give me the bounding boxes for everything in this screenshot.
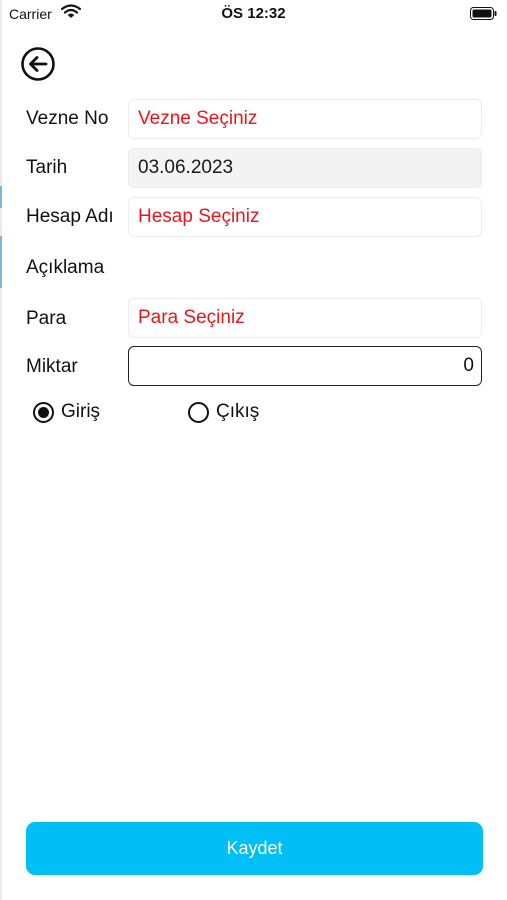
status-bar: Carrier ÖS 12:32 — [0, 0, 507, 28]
left-edge-strip — [0, 0, 2, 900]
back-button[interactable] — [20, 46, 56, 82]
left-edge-accent — [0, 236, 2, 288]
aciklama-label: Açıklama — [26, 257, 105, 278]
radio-unselected-icon — [188, 401, 209, 423]
hesap-adi-label: Hesap Adı — [26, 206, 114, 227]
battery-icon — [470, 7, 497, 20]
radio-cikis[interactable]: Çıkış — [188, 401, 259, 423]
para-select[interactable]: Para Seçiniz — [128, 298, 482, 338]
tarih-label: Tarih — [26, 157, 68, 178]
vezne-no-select[interactable]: Vezne Seçiniz — [128, 99, 482, 139]
radio-selected-icon — [33, 401, 54, 423]
vezne-no-label: Vezne No — [26, 108, 109, 129]
miktar-input[interactable]: 0 — [128, 346, 482, 386]
hesap-adi-select[interactable]: Hesap Seçiniz — [128, 197, 482, 237]
miktar-label: Miktar — [26, 356, 78, 377]
radio-giris[interactable]: Giriş — [33, 401, 100, 423]
radio-giris-label: Giriş — [61, 401, 101, 422]
tarih-field[interactable]: 03.06.2023 — [128, 148, 482, 188]
left-edge-accent — [0, 186, 2, 208]
radio-cikis-label: Çıkış — [216, 401, 260, 422]
para-label: Para — [26, 308, 67, 329]
arrow-left-circle-icon — [21, 47, 55, 81]
save-button[interactable]: Kaydet — [26, 822, 483, 875]
status-time: ÖS 12:32 — [221, 5, 286, 22]
